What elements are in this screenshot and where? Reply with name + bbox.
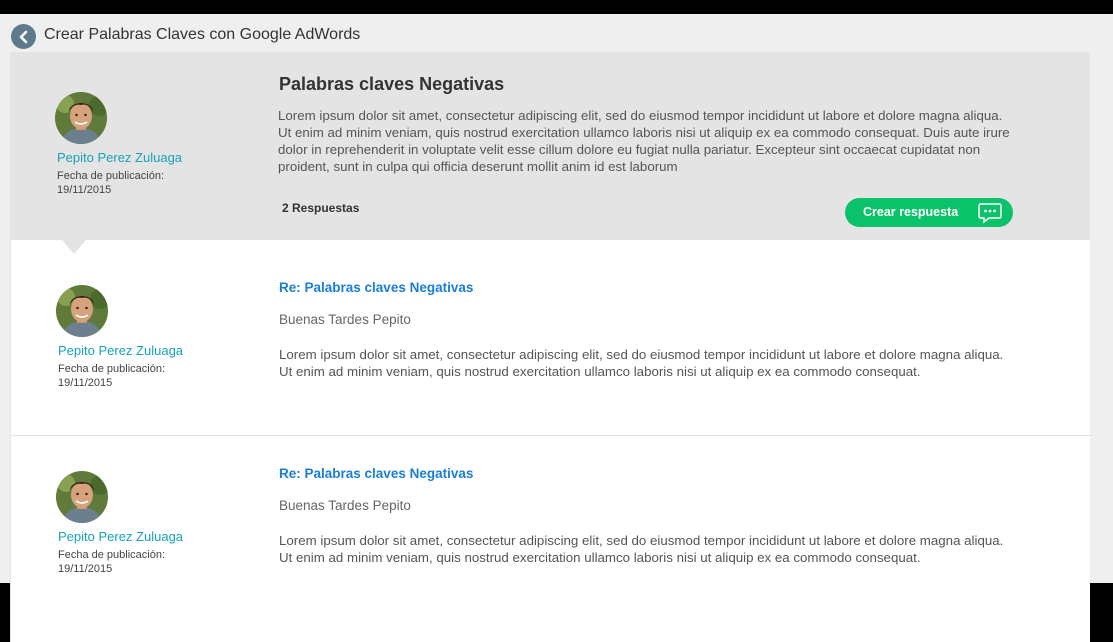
question-pointer [62, 240, 86, 254]
answer-item: Pepito Perez Zuluaga Fecha de publicació… [11, 436, 1091, 631]
answer-title[interactable]: Re: Palabras claves Negativas [279, 466, 473, 481]
page-title: Crear Palabras Claves con Google AdWords [44, 26, 361, 43]
frame-edge [0, 583, 10, 642]
answer-body: Lorem ipsum dolor sit amet, consectetur … [279, 533, 1004, 565]
author-name[interactable]: Pepito Perez Zuluaga [58, 343, 183, 358]
chat-bubble-icon [978, 203, 1002, 224]
avatar[interactable] [56, 471, 108, 523]
forum-thread: Pepito Perez Zuluaga Fecha de publicació… [10, 52, 1091, 642]
publication-label: Fecha de publicación: [58, 363, 166, 375]
author-name[interactable]: Pepito Perez Zuluaga [58, 529, 183, 544]
answer-greeting: Buenas Tardes Pepito [279, 312, 411, 327]
answers-list: Pepito Perez Zuluaga Fecha de publicació… [10, 240, 1091, 642]
back-button[interactable] [11, 24, 36, 49]
publication-date: 19/11/2015 [58, 563, 113, 575]
publication-label: Fecha de publicación: [57, 170, 165, 182]
create-reply-button[interactable]: Crear respuesta [845, 198, 1013, 227]
question-card: Pepito Perez Zuluaga Fecha de publicació… [10, 52, 1090, 240]
answer-item: Pepito Perez Zuluaga Fecha de publicació… [11, 240, 1091, 436]
author-name[interactable]: Pepito Perez Zuluaga [57, 150, 182, 165]
answer-title[interactable]: Re: Palabras claves Negativas [279, 280, 473, 295]
question-title: Palabras claves Negativas [279, 74, 505, 94]
publication-date: 19/11/2015 [57, 184, 112, 196]
avatar[interactable] [56, 285, 108, 337]
chevron-left-icon [19, 30, 27, 43]
create-reply-label: Crear respuesta [863, 205, 959, 219]
avatar[interactable] [55, 92, 107, 144]
responses-count[interactable]: 2 Respuestas [282, 201, 359, 215]
publication-date: 19/11/2015 [58, 377, 113, 389]
answer-body: Lorem ipsum dolor sit amet, consectetur … [279, 347, 1004, 379]
answer-greeting: Buenas Tardes Pepito [279, 498, 411, 513]
publication-label: Fecha de publicación: [58, 549, 166, 561]
question-body: Lorem ipsum dolor sit amet, consectetur … [278, 108, 1010, 174]
